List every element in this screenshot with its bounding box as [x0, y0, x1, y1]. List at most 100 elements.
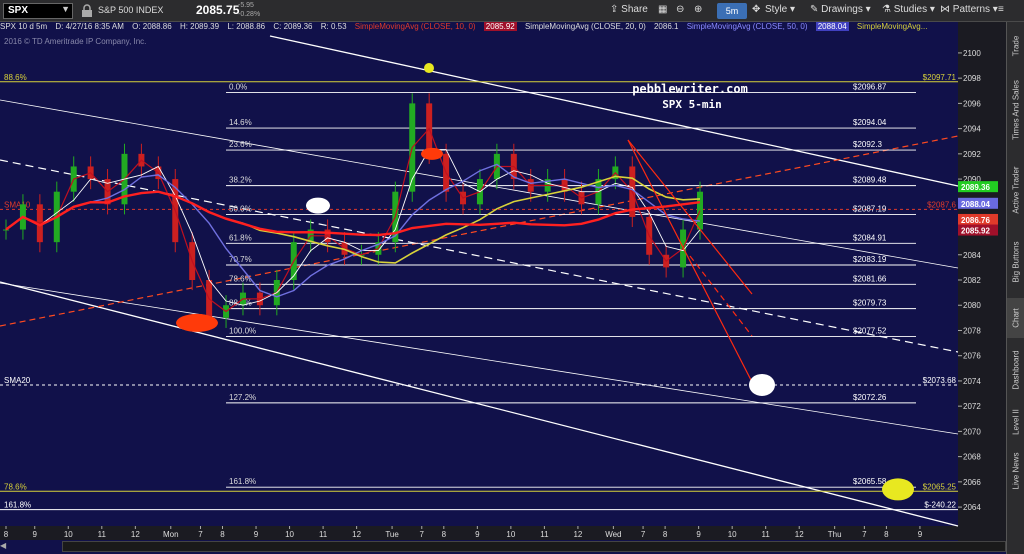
zoom-in-icon[interactable]: ⊕ — [694, 4, 702, 15]
tab-live-news[interactable]: Live News — [1007, 446, 1024, 496]
side-tabs: Trade Times And Sales Active Trader Big … — [1006, 22, 1024, 554]
study-extra[interactable]: SimpleMovingAvg... — [857, 22, 928, 31]
price-axis-label: 2076 — [963, 352, 981, 361]
time-axis-label: Thu — [828, 530, 842, 539]
marker-yellow — [424, 63, 434, 74]
time-axis-label: 10 — [728, 530, 737, 539]
fib-level-value: $2084.91 — [853, 233, 887, 242]
info-bar: SPX 10 d 5m D: 4/27/16 8:35 AM O: 2088.8… — [0, 22, 960, 34]
study-sma20[interactable]: SimpleMovingAvg (CLOSE, 20, 0) — [525, 22, 646, 31]
level-label: SMA20 — [4, 376, 31, 385]
level-value: $2073.68 — [923, 376, 957, 385]
tab-times-and-sales[interactable]: Times And Sales — [1007, 70, 1024, 150]
symbol-dropdown-icon[interactable]: ▼ — [61, 4, 70, 14]
calendar-icon[interactable]: ▦ — [658, 4, 667, 15]
tab-level-ii[interactable]: Level II — [1007, 402, 1024, 442]
annotation-title: pebblewriter.com — [632, 82, 748, 96]
price-axis-label: 2082 — [963, 276, 981, 285]
drawings-button[interactable]: ✎ Drawings ▾ — [810, 4, 871, 15]
lock-icon[interactable] — [80, 4, 94, 18]
time-axis-label: 8 — [884, 530, 889, 539]
level-value: $2065.25 — [923, 482, 957, 491]
time-axis-label: 12 — [573, 530, 582, 539]
time-axis-label: Wed — [605, 530, 621, 539]
time-axis-label: 7 — [641, 530, 646, 539]
price-chart[interactable]: 2064 2066 2068 2070 2072 2074 2076 2078 2080 2082… — [0, 0, 1024, 554]
study-sma50-value: 2088.04 — [815, 22, 849, 31]
fib-level-value: $2065.58 — [853, 477, 887, 486]
level-value: $-240.22 — [924, 501, 956, 510]
study-sma10[interactable]: SimpleMovingAvg (CLOSE, 10, 0) — [355, 22, 476, 31]
tab-dashboard[interactable]: Dashboard — [1007, 342, 1024, 398]
time-axis-label: 8 — [442, 530, 447, 539]
chart-description: SPX 10 d 5m — [0, 22, 48, 31]
tab-big-buttons[interactable]: Big Buttons — [1007, 230, 1024, 294]
fib-level-value: $2083.19 — [853, 255, 887, 264]
bar-range: R: 0.53 — [320, 22, 347, 31]
marker-red — [176, 313, 218, 332]
plot-background — [0, 34, 958, 526]
patterns-button[interactable]: ⋈ Patterns ▾ — [940, 4, 998, 15]
last-price: 2085.75 — [196, 3, 240, 17]
flask-icon: ⚗ — [882, 4, 894, 15]
style-button[interactable]: Style ▾ — [765, 4, 795, 15]
time-axis-label: 12 — [352, 530, 361, 539]
price-axis-label: 2092 — [963, 150, 981, 159]
index-name: S&P 500 INDEX — [98, 5, 164, 15]
level-value: $2097.71 — [923, 73, 957, 82]
studies-button[interactable]: ⚗ Studies ▾ — [882, 4, 935, 15]
time-axis-label: 12 — [131, 530, 140, 539]
marker-yellow — [882, 478, 914, 501]
fib-level-label: 161.8% — [229, 477, 256, 486]
level-label: SMA10 — [4, 200, 31, 209]
fib-level-label: 50.0% — [229, 205, 252, 214]
time-axis-label: 8 — [220, 530, 225, 539]
timeframe-selector[interactable]: 5m — [717, 3, 747, 19]
tab-trade[interactable]: Trade — [1007, 26, 1024, 66]
time-axis-label: Mon — [163, 530, 179, 539]
fib-level-label: 127.2% — [229, 393, 256, 402]
bar-high: H: 2089.39 — [179, 22, 220, 31]
level-label: 78.6% — [4, 482, 27, 491]
tab-chart[interactable]: Chart — [1007, 298, 1024, 338]
fib-level-label: 38.2% — [229, 176, 252, 185]
price-bar — [3, 229, 9, 231]
time-axis-label: 11 — [762, 530, 771, 539]
bar-low: L: 2088.86 — [227, 22, 266, 31]
time-axis-label: 9 — [918, 530, 923, 539]
price-axis-label: 2084 — [963, 251, 981, 260]
study-sma50[interactable]: SimpleMovingAvg (CLOSE, 50, 0) — [687, 22, 808, 31]
price-axis-label: 2080 — [963, 301, 981, 310]
time-axis-label: 7 — [862, 530, 867, 539]
time-axis-label: 8 — [663, 530, 668, 539]
tab-active-trader[interactable]: Active Trader — [1007, 154, 1024, 226]
time-axis-label: 10 — [506, 530, 515, 539]
time-axis-label: 7 — [198, 530, 203, 539]
time-scrollbar[interactable] — [62, 541, 1006, 552]
share-icon: ⇪ — [610, 4, 622, 15]
scroll-left-arrow[interactable]: ◀ — [0, 541, 12, 552]
price-axis-label: 2078 — [963, 326, 981, 335]
fib-level-value: $2087.19 — [853, 205, 887, 214]
time-axis-label: 9 — [33, 530, 38, 539]
fib-level-value: $2072.26 — [853, 393, 887, 402]
time-axis-label: 10 — [285, 530, 294, 539]
price-axis-label: 2064 — [963, 503, 981, 512]
level-label: 161.8% — [4, 501, 31, 510]
price-tag-label: 2088.04 — [961, 200, 990, 209]
cursor-icon[interactable]: ✥ — [752, 4, 760, 15]
time-axis-label: 9 — [475, 530, 480, 539]
price-tag-label: 2086.76 — [961, 216, 990, 225]
marker-white — [749, 373, 775, 396]
menu-icon[interactable]: ≡ — [998, 4, 1004, 15]
chart-root: 2064 2066 2068 2070 2072 2074 2076 2078 2080 2082… — [0, 0, 1024, 554]
bar-datetime: D: 4/27/16 8:35 AM — [55, 22, 124, 31]
price-axis-label: 2074 — [963, 377, 981, 386]
marker-white — [306, 197, 330, 214]
share-button[interactable]: ⇪ Share — [610, 4, 648, 15]
time-axis-label: 11 — [540, 530, 549, 539]
symbol-input[interactable]: SPX ▼ — [3, 3, 73, 19]
fib-level-value: $2079.73 — [853, 299, 887, 308]
zoom-out-icon[interactable]: ⊖ — [676, 4, 684, 15]
study-sma10-value: 2085.92 — [483, 22, 517, 31]
